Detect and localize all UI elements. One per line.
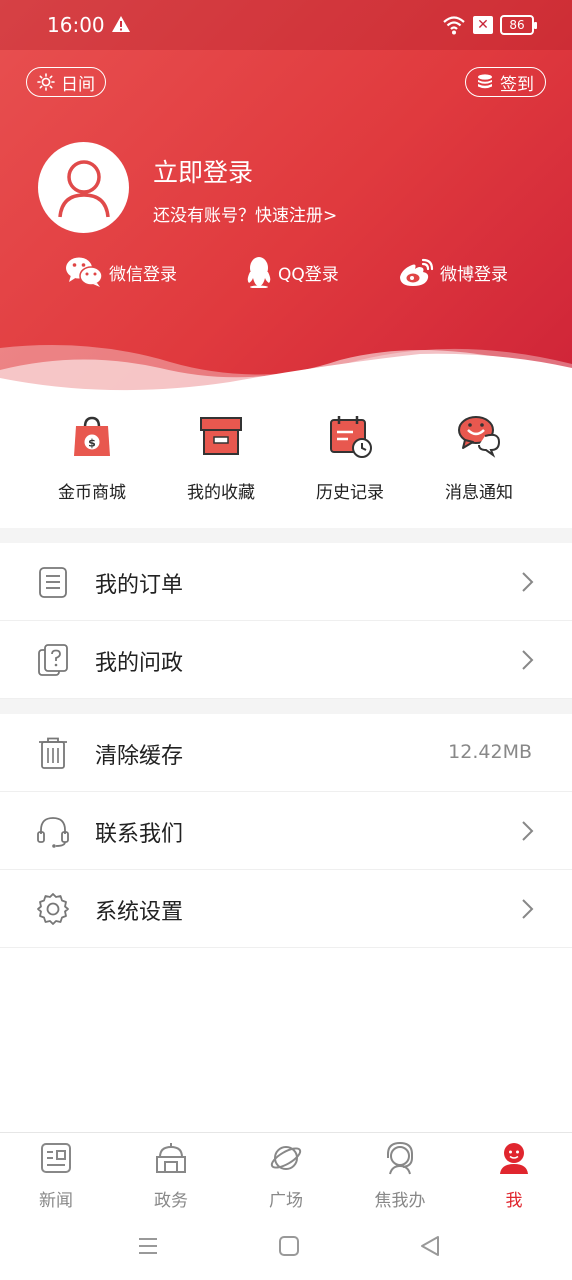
order-list-icon xyxy=(39,567,67,598)
tab-service[interactable]: 焦我办 xyxy=(350,1141,450,1211)
cache-size-value: 12.42MB xyxy=(448,741,532,763)
system-navigation-bar xyxy=(0,1218,572,1280)
notifications-button[interactable]: 消息通知 xyxy=(424,412,534,503)
tab-government-label: 政务 xyxy=(154,1191,188,1211)
user-icon xyxy=(57,159,110,217)
trash-icon xyxy=(39,737,67,769)
contact-us-label: 联系我们 xyxy=(95,822,184,847)
sign-in-button[interactable]: 签到 xyxy=(465,67,546,97)
headset-icon xyxy=(37,817,69,848)
day-mode-toggle[interactable]: 日间 xyxy=(26,67,106,97)
tab-news[interactable]: 新闻 xyxy=(6,1141,106,1211)
settings-row[interactable]: 系统设置 xyxy=(0,870,572,948)
tab-me-label: 我 xyxy=(505,1191,523,1211)
my-orders-label: 我的订单 xyxy=(95,573,184,598)
home-icon[interactable] xyxy=(277,1234,301,1258)
section-divider xyxy=(0,699,572,714)
coin-mall-label: 金币商城 xyxy=(58,483,126,503)
weibo-icon xyxy=(400,258,434,286)
day-mode-label: 日间 xyxy=(61,74,95,95)
planet-icon xyxy=(270,1146,302,1170)
tab-square-label: 广场 xyxy=(269,1191,303,1211)
quick-actions: $ 金币商城 我的收藏 历史记录 消息通知 xyxy=(0,400,572,528)
menu-icon[interactable] xyxy=(136,1234,160,1258)
tab-me[interactable]: 我 xyxy=(464,1141,564,1211)
coins-stack-icon xyxy=(478,74,492,89)
avatar[interactable] xyxy=(38,142,129,233)
login-title[interactable]: 立即登录 xyxy=(153,153,253,189)
weibo-login-button[interactable]: 微博登录 xyxy=(398,255,508,289)
weibo-login-label: 微博登录 xyxy=(440,264,508,285)
news-icon xyxy=(41,1143,71,1173)
bottom-tab-bar: 新闻 政务 广场 焦我办 我 xyxy=(0,1132,572,1218)
chevron-right-icon xyxy=(522,572,534,592)
chat-bubbles-icon xyxy=(458,416,501,458)
coin-mall-button[interactable]: $ 金币商城 xyxy=(37,412,147,503)
notifications-label: 消息通知 xyxy=(445,483,513,503)
tab-news-label: 新闻 xyxy=(39,1191,73,1211)
profile-header: 16:00 ✕ 86 日间 签到 立即登录 还没有账号？快速注册> 微信登录 Q… xyxy=(0,0,572,400)
section-divider xyxy=(0,528,572,543)
gear-icon xyxy=(37,893,69,925)
register-link[interactable]: 还没有账号？快速注册> xyxy=(153,201,337,226)
chevron-right-icon xyxy=(522,899,534,919)
chevron-right-icon xyxy=(522,650,534,670)
warning-icon xyxy=(112,16,130,32)
my-inquiry-label: 我的问政 xyxy=(95,651,184,676)
clear-cache-row[interactable]: 清除缓存 12.42MB xyxy=(0,714,572,792)
wechat-login-label: 微信登录 xyxy=(109,264,177,285)
settings-label: 系统设置 xyxy=(95,900,184,925)
history-button[interactable]: 历史记录 xyxy=(295,412,405,503)
status-bar: 16:00 ✕ 86 xyxy=(0,0,572,50)
header-wave xyxy=(0,345,572,400)
svg-text:$: $ xyxy=(88,437,96,450)
qq-login-label: QQ登录 xyxy=(278,264,339,285)
calendar-clock-icon xyxy=(330,416,372,458)
tab-square[interactable]: 广场 xyxy=(236,1141,336,1211)
favorites-label: 我的收藏 xyxy=(187,483,255,503)
my-orders-row[interactable]: 我的订单 xyxy=(0,543,572,621)
battery-icon: 86 xyxy=(500,15,537,35)
sim-status-icon: ✕ xyxy=(473,16,493,34)
government-icon xyxy=(156,1143,186,1173)
qq-icon xyxy=(247,257,271,288)
tab-government[interactable]: 政务 xyxy=(121,1141,221,1211)
sign-in-label: 签到 xyxy=(500,74,534,95)
wechat-icon xyxy=(66,257,103,287)
clear-cache-label: 清除缓存 xyxy=(95,744,184,769)
contact-us-row[interactable]: 联系我们 xyxy=(0,792,572,870)
question-doc-icon xyxy=(38,644,68,676)
status-time: 16:00 xyxy=(47,13,105,37)
box-icon xyxy=(200,417,242,455)
tab-service-label: 焦我办 xyxy=(374,1191,426,1211)
wifi-icon xyxy=(443,16,465,35)
favorites-button[interactable]: 我的收藏 xyxy=(166,412,276,503)
profile-icon xyxy=(500,1143,528,1174)
service-agent-icon xyxy=(387,1141,413,1175)
coin-bag-icon: $ xyxy=(74,416,110,456)
my-inquiry-row[interactable]: 我的问政 xyxy=(0,621,572,699)
back-icon[interactable] xyxy=(418,1234,442,1258)
wechat-login-button[interactable]: 微信登录 xyxy=(65,255,177,289)
history-label: 历史记录 xyxy=(316,483,384,503)
sun-icon xyxy=(37,73,55,91)
chevron-right-icon xyxy=(522,821,534,841)
qq-login-button[interactable]: QQ登录 xyxy=(246,255,339,289)
